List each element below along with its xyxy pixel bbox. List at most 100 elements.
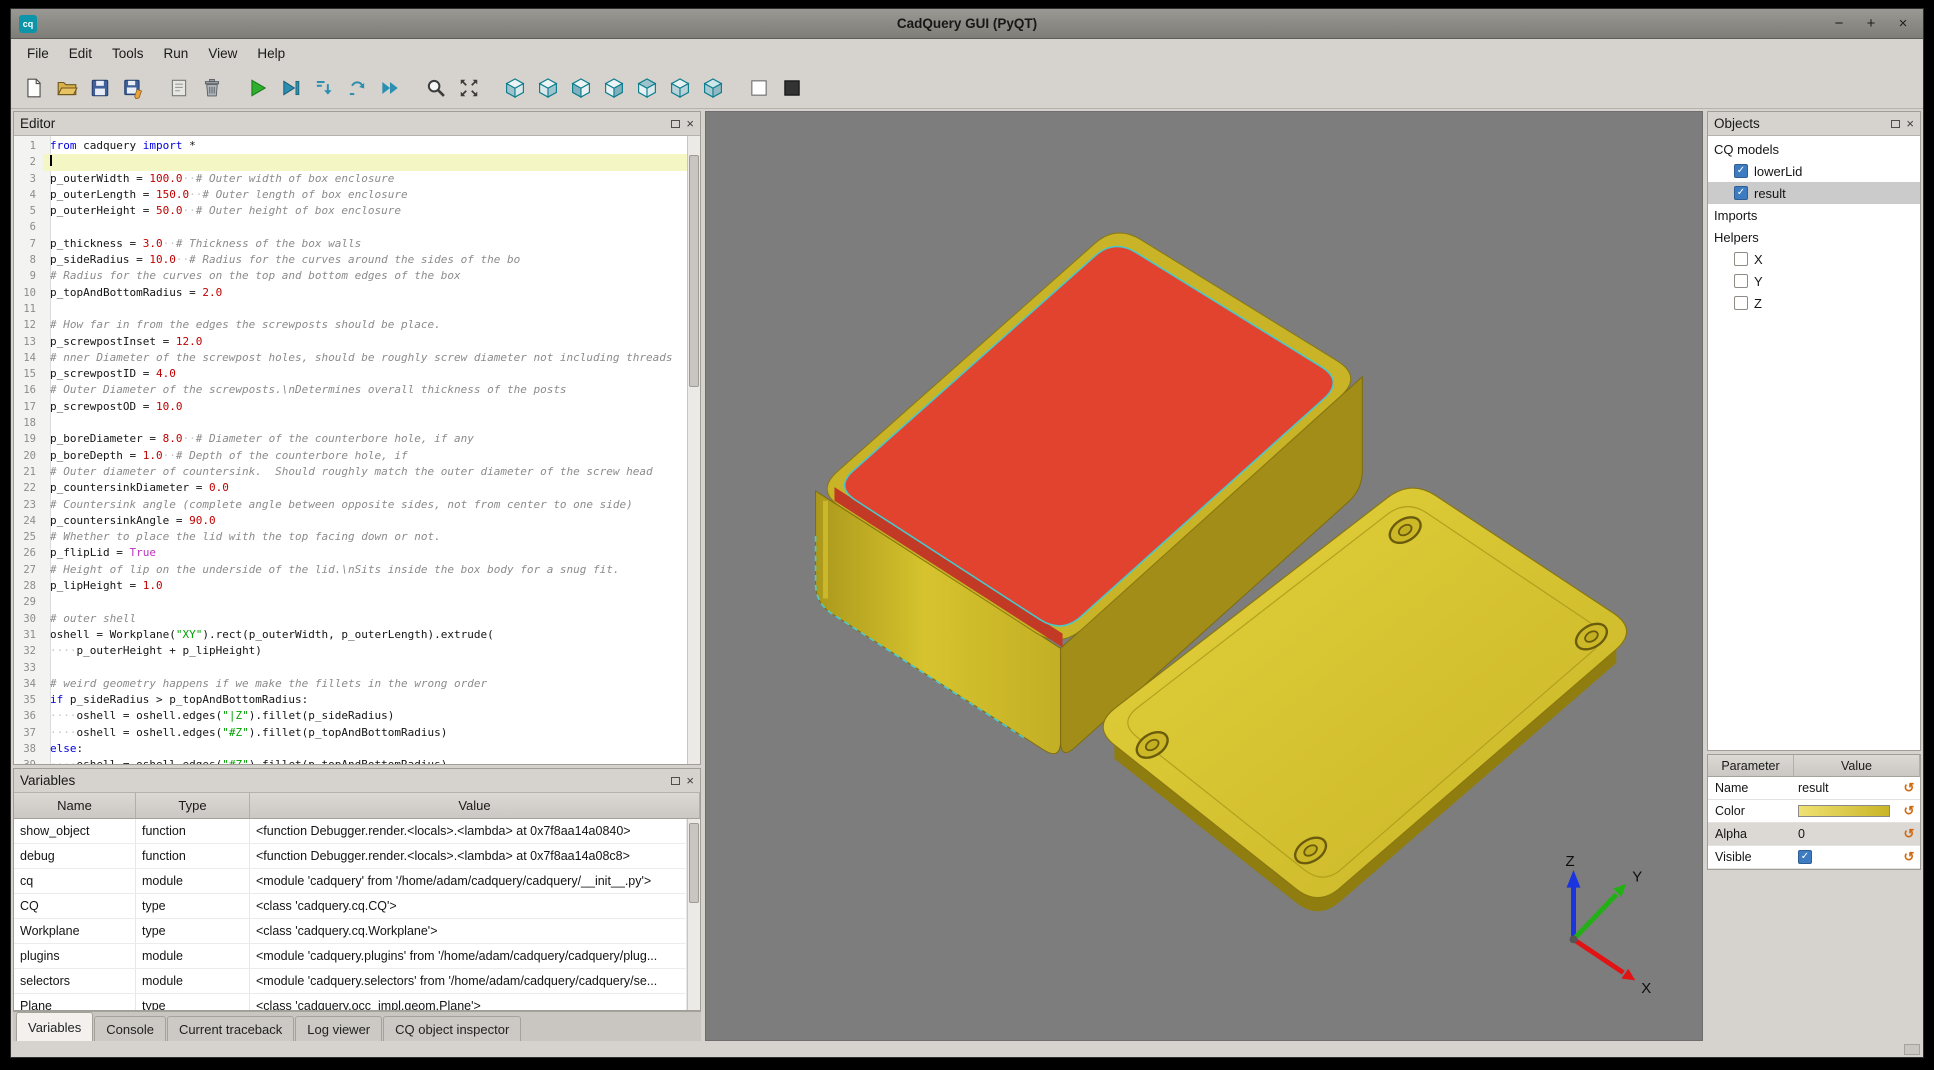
checkbox[interactable] <box>1734 296 1748 310</box>
resize-grip[interactable] <box>1904 1044 1920 1055</box>
menu-file[interactable]: File <box>17 39 59 67</box>
view-top-button[interactable] <box>632 73 662 103</box>
open-file-icon <box>56 77 78 99</box>
zoom-to-fit-button[interactable] <box>421 73 451 103</box>
line-number: 26 <box>14 545 43 561</box>
line-number: 38 <box>14 741 43 757</box>
close-panel-icon[interactable]: × <box>1906 118 1914 130</box>
view-front-button[interactable] <box>500 73 530 103</box>
tab-log-viewer[interactable]: Log viewer <box>295 1016 382 1041</box>
close-panel-icon[interactable]: × <box>686 775 694 787</box>
background-light-button[interactable] <box>744 73 774 103</box>
column-header-value[interactable]: Value <box>250 793 700 819</box>
float-panel-icon[interactable] <box>1891 120 1900 128</box>
status-strip <box>11 1041 1923 1057</box>
table-cell: <function Debugger.render.<locals>.<lamb… <box>250 819 687 843</box>
menu-tools[interactable]: Tools <box>102 39 154 67</box>
reset-button[interactable]: ↺ <box>1898 826 1920 842</box>
column-header-type[interactable]: Type <box>136 793 250 819</box>
reset-button[interactable]: ↺ <box>1898 849 1920 865</box>
line-number: 7 <box>14 236 43 252</box>
color-swatch-button[interactable] <box>1798 805 1890 817</box>
view-right-button[interactable] <box>599 73 629 103</box>
close-button[interactable]: × <box>1895 16 1911 32</box>
tree-item-x[interactable]: X <box>1708 248 1920 270</box>
checkbox[interactable]: ✓ <box>1734 186 1748 200</box>
continue-button[interactable] <box>375 73 405 103</box>
tree-item-helpers[interactable]: Helpers <box>1708 226 1920 248</box>
save-as-button[interactable] <box>118 73 148 103</box>
tree-item-label: Z <box>1754 296 1762 311</box>
line-number: 27 <box>14 562 43 578</box>
tree-item-y[interactable]: Y <box>1708 270 1920 292</box>
fit-all-button[interactable] <box>454 73 484 103</box>
checkbox[interactable]: ✓ <box>1734 164 1748 178</box>
checkbox[interactable] <box>1734 274 1748 288</box>
table-row[interactable]: selectorsmodule<module 'cadquery.selecto… <box>14 969 687 994</box>
checkbox[interactable] <box>1734 252 1748 266</box>
table-cell: type <box>136 919 250 943</box>
maximize-button[interactable]: + <box>1863 16 1879 32</box>
tree-item-result[interactable]: ✓result <box>1708 182 1920 204</box>
parameter-table-header: ParameterValue <box>1708 755 1920 777</box>
view-axonometric-button[interactable] <box>698 73 728 103</box>
editor-scrollbar-thumb[interactable] <box>689 155 699 387</box>
code-text: # nner Diameter of the screwpost holes, … <box>43 350 687 366</box>
tab-current-traceback[interactable]: Current traceback <box>167 1016 294 1041</box>
delete-button[interactable] <box>197 73 227 103</box>
variables-scrollbar-thumb[interactable] <box>689 823 699 903</box>
code-line: 31oshell = Workplane("XY").rect(p_outerW… <box>14 627 687 643</box>
table-row[interactable]: Planetype<class 'cadquery.occ_impl.geom.… <box>14 994 687 1010</box>
float-panel-icon[interactable] <box>671 120 680 128</box>
tab-console[interactable]: Console <box>94 1016 166 1041</box>
new-file-button[interactable] <box>19 73 49 103</box>
editor-panel-title: Editor <box>20 116 55 131</box>
menu-view[interactable]: View <box>198 39 247 67</box>
table-row[interactable]: show_objectfunction<function Debugger.re… <box>14 819 687 844</box>
render-button[interactable] <box>243 73 273 103</box>
menu-edit[interactable]: Edit <box>59 39 102 67</box>
code-editor[interactable]: 1from cadquery import *23p_outerWidth = … <box>14 136 687 764</box>
menu-run[interactable]: Run <box>154 39 199 67</box>
line-number: 33 <box>14 660 43 676</box>
tab-variables[interactable]: Variables <box>16 1012 93 1041</box>
debug-button[interactable] <box>276 73 306 103</box>
code-text: # Outer Diameter of the screwposts.\nDet… <box>43 382 687 398</box>
tab-cq-object-inspector[interactable]: CQ object inspector <box>383 1016 521 1041</box>
tree-item-lowerlid[interactable]: ✓lowerLid <box>1708 160 1920 182</box>
visible-checkbox[interactable]: ✓ <box>1798 850 1812 864</box>
editor-panel-header: Editor × <box>14 112 700 136</box>
editor-scrollbar[interactable] <box>687 136 700 764</box>
float-panel-icon[interactable] <box>671 777 680 785</box>
column-header-name[interactable]: Name <box>14 793 136 819</box>
tree-item-z[interactable]: Z <box>1708 292 1920 314</box>
tree-item-imports[interactable]: Imports <box>1708 204 1920 226</box>
table-cell: cq <box>14 869 136 893</box>
reset-button[interactable]: ↺ <box>1898 803 1920 819</box>
table-row[interactable]: CQtype<class 'cadquery.cq.CQ'> <box>14 894 687 919</box>
table-row[interactable]: cqmodule<module 'cadquery' from '/home/a… <box>14 869 687 894</box>
close-panel-icon[interactable]: × <box>686 118 694 130</box>
titlebar[interactable]: cq CadQuery GUI (PyQT) − + × <box>11 9 1923 39</box>
table-row[interactable]: pluginsmodule<module 'cadquery.plugins' … <box>14 944 687 969</box>
view-bottom-button[interactable] <box>665 73 695 103</box>
variables-scrollbar[interactable] <box>687 819 700 1010</box>
clear-button[interactable] <box>164 73 194 103</box>
open-file-button[interactable] <box>52 73 82 103</box>
reset-button[interactable]: ↺ <box>1898 780 1920 796</box>
menu-help[interactable]: Help <box>247 39 295 67</box>
menubar: FileEditToolsRunViewHelp <box>11 39 1923 67</box>
3d-scene[interactable]: Z Y X <box>706 112 1702 1040</box>
table-row[interactable]: Workplanetype<class 'cadquery.cq.Workpla… <box>14 919 687 944</box>
param-column-header-value: Value <box>1794 755 1920 777</box>
background-dark-button[interactable] <box>777 73 807 103</box>
3d-viewport[interactable]: Z Y X <box>705 111 1703 1041</box>
step-button[interactable] <box>309 73 339 103</box>
minimize-button[interactable]: − <box>1831 16 1847 32</box>
view-left-button[interactable] <box>566 73 596 103</box>
table-row[interactable]: debugfunction<function Debugger.render.<… <box>14 844 687 869</box>
save-file-button[interactable] <box>85 73 115 103</box>
step-over-button[interactable] <box>342 73 372 103</box>
view-rear-button[interactable] <box>533 73 563 103</box>
tree-item-cq-models[interactable]: CQ models <box>1708 138 1920 160</box>
